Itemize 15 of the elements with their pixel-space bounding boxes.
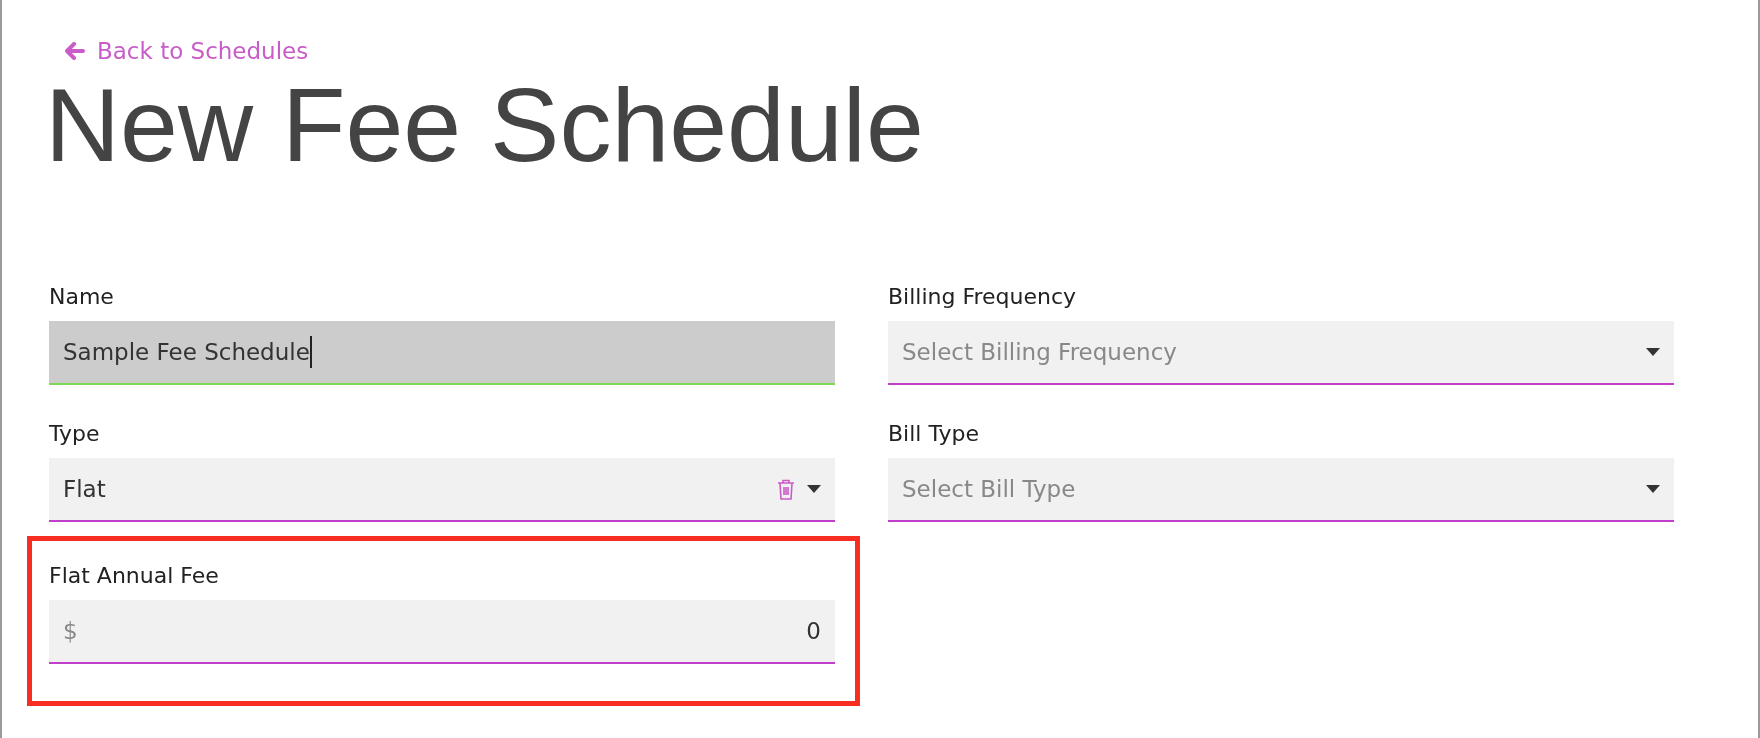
page-title: New Fee Schedule [45, 68, 925, 183]
field-label: Type [49, 420, 101, 449]
currency-input-field[interactable]: $ 0 [49, 600, 835, 665]
field-label: Bill Type [888, 420, 980, 449]
back-arrow-icon [65, 42, 85, 60]
trash-icon[interactable] [777, 478, 795, 500]
dropdown-caret-icon[interactable] [1646, 485, 1660, 494]
field-label: Billing Frequency [888, 283, 1078, 312]
select-field[interactable]: Flat [49, 458, 835, 523]
dropdown-caret-icon[interactable] [807, 485, 821, 494]
dropdown-caret-icon[interactable] [1646, 348, 1660, 357]
name-input-field[interactable]: Sample Fee Schedule [49, 321, 835, 386]
field-label: Name [49, 283, 115, 312]
field-label: Flat Annual Fee [49, 562, 220, 591]
back-link[interactable]: Back to Schedules [65, 38, 309, 64]
